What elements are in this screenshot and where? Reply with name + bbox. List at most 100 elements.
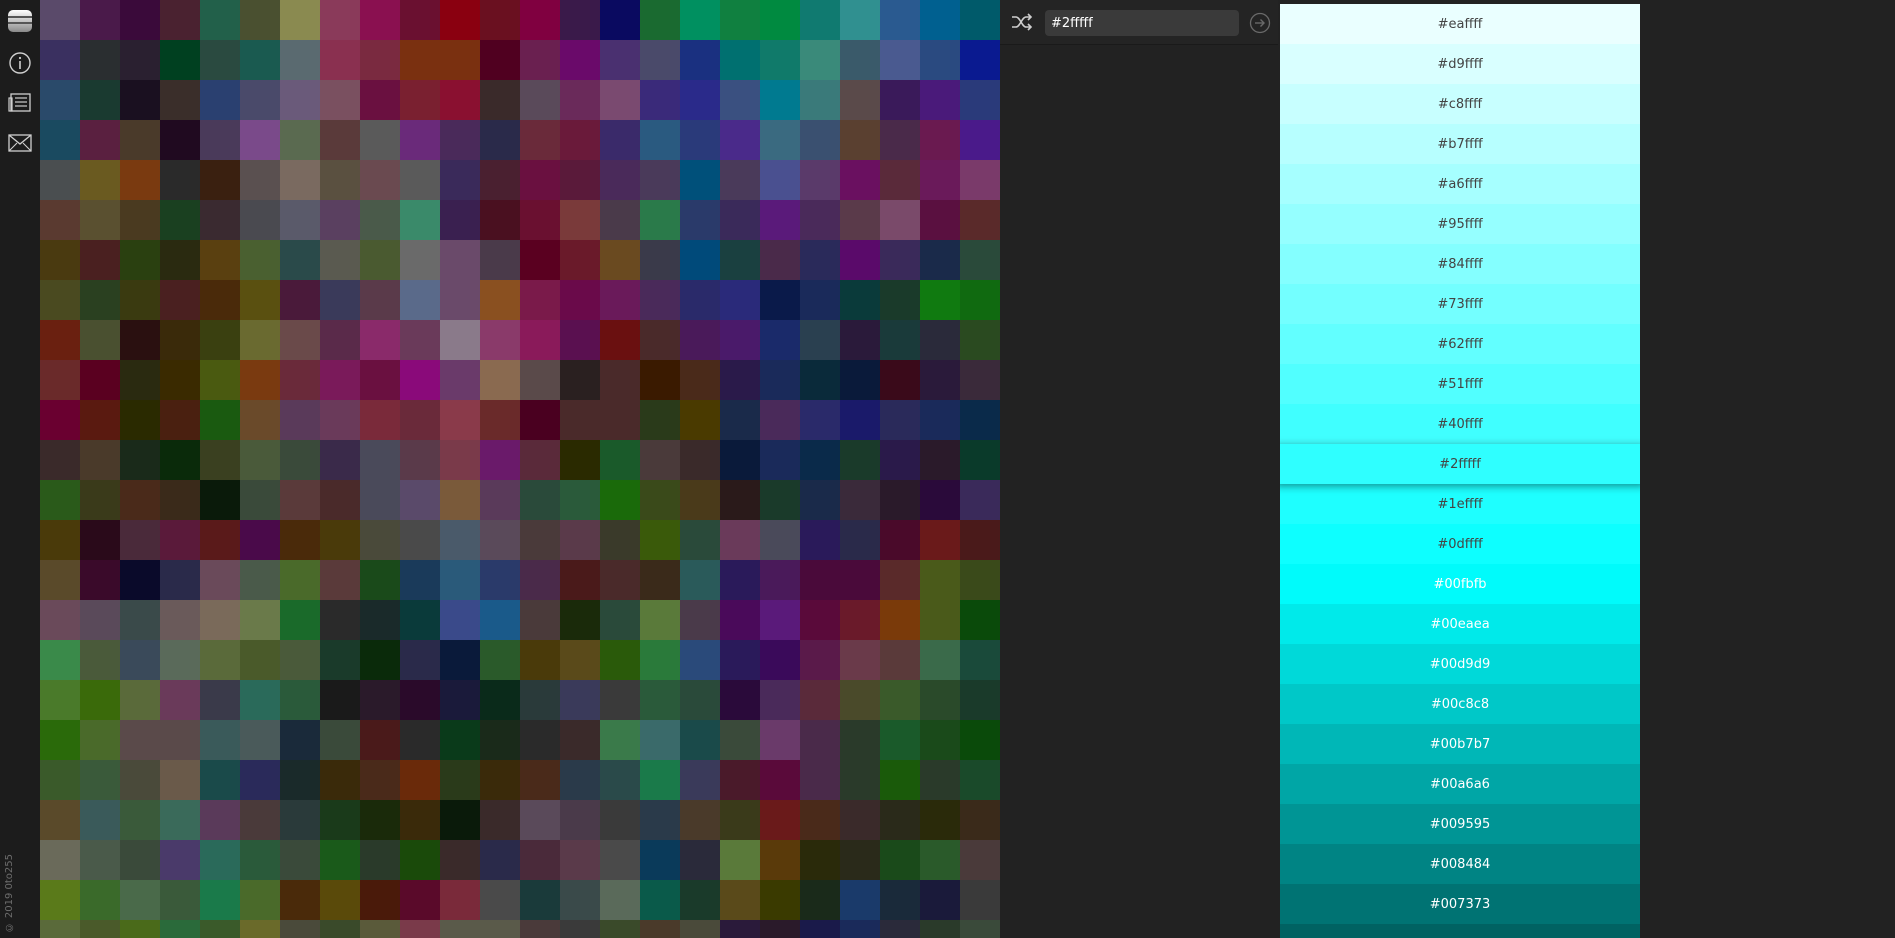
mosaic-tile[interactable]	[240, 600, 280, 640]
mosaic-tile[interactable]	[80, 520, 120, 560]
shade-swatch[interactable]: #95ffff	[1280, 204, 1640, 244]
mosaic-tile[interactable]	[960, 680, 1000, 720]
mosaic-tile[interactable]	[320, 920, 360, 938]
mosaic-tile[interactable]	[200, 120, 240, 160]
mosaic-tile[interactable]	[320, 360, 360, 400]
shade-swatch[interactable]: #c8ffff	[1280, 84, 1640, 124]
mosaic-tile[interactable]	[120, 600, 160, 640]
mosaic-tile[interactable]	[240, 800, 280, 840]
shade-swatch[interactable]: #40ffff	[1280, 404, 1640, 444]
mosaic-tile[interactable]	[240, 480, 280, 520]
mosaic-tile[interactable]	[600, 320, 640, 360]
mosaic-tile[interactable]	[640, 240, 680, 280]
mosaic-tile[interactable]	[80, 720, 120, 760]
mosaic-tile[interactable]	[440, 240, 480, 280]
mosaic-tile[interactable]	[200, 40, 240, 80]
mosaic-tile[interactable]	[120, 80, 160, 120]
mosaic-tile[interactable]	[800, 520, 840, 560]
mosaic-tile[interactable]	[640, 840, 680, 880]
mosaic-tile[interactable]	[720, 240, 760, 280]
mosaic-tile[interactable]	[840, 600, 880, 640]
mosaic-tile[interactable]	[320, 40, 360, 80]
mosaic-tile[interactable]	[720, 80, 760, 120]
mosaic-tile[interactable]	[200, 0, 240, 40]
mosaic-tile[interactable]	[120, 40, 160, 80]
mosaic-tile[interactable]	[240, 640, 280, 680]
mosaic-tile[interactable]	[160, 280, 200, 320]
mosaic-tile[interactable]	[360, 480, 400, 520]
mosaic-tile[interactable]	[280, 400, 320, 440]
mosaic-tile[interactable]	[840, 160, 880, 200]
mosaic-tile[interactable]	[200, 360, 240, 400]
mosaic-tile[interactable]	[160, 400, 200, 440]
mosaic-tile[interactable]	[120, 440, 160, 480]
mosaic-tile[interactable]	[920, 840, 960, 880]
mosaic-tile[interactable]	[960, 560, 1000, 600]
mosaic-tile[interactable]	[680, 40, 720, 80]
mosaic-tile[interactable]	[640, 680, 680, 720]
mosaic-tile[interactable]	[520, 120, 560, 160]
mosaic-tile[interactable]	[840, 840, 880, 880]
mosaic-tile[interactable]	[480, 640, 520, 680]
mosaic-tile[interactable]	[40, 440, 80, 480]
mosaic-tile[interactable]	[720, 920, 760, 938]
mosaic-tile[interactable]	[640, 720, 680, 760]
mosaic-tile[interactable]	[480, 520, 520, 560]
mosaic-tile[interactable]	[560, 0, 600, 40]
mosaic-tile[interactable]	[320, 400, 360, 440]
mosaic-tile[interactable]	[720, 680, 760, 720]
mosaic-tile[interactable]	[880, 600, 920, 640]
mosaic-tile[interactable]	[200, 560, 240, 600]
mosaic-tile[interactable]	[80, 760, 120, 800]
mosaic-tile[interactable]	[760, 160, 800, 200]
mosaic-tile[interactable]	[280, 40, 320, 80]
mosaic-tile[interactable]	[120, 840, 160, 880]
mosaic-tile[interactable]	[320, 160, 360, 200]
mosaic-tile[interactable]	[880, 320, 920, 360]
mosaic-tile[interactable]	[880, 40, 920, 80]
mosaic-tile[interactable]	[800, 600, 840, 640]
mosaic-tile[interactable]	[720, 760, 760, 800]
arrow-right-circle-icon[interactable]	[1249, 12, 1271, 34]
mosaic-tile[interactable]	[440, 840, 480, 880]
mosaic-tile[interactable]	[160, 640, 200, 680]
mosaic-tile[interactable]	[800, 840, 840, 880]
mosaic-tile[interactable]	[680, 720, 720, 760]
mosaic-tile[interactable]	[520, 480, 560, 520]
mosaic-tile[interactable]	[480, 400, 520, 440]
mosaic-tile[interactable]	[640, 80, 680, 120]
mosaic-tile[interactable]	[320, 680, 360, 720]
mosaic-tile[interactable]	[560, 800, 600, 840]
mosaic-tile[interactable]	[400, 80, 440, 120]
mosaic-tile[interactable]	[280, 280, 320, 320]
mosaic-tile[interactable]	[400, 120, 440, 160]
mosaic-tile[interactable]	[880, 760, 920, 800]
mosaic-tile[interactable]	[80, 320, 120, 360]
mosaic-tile[interactable]	[240, 320, 280, 360]
mosaic-tile[interactable]	[520, 600, 560, 640]
mosaic-tile[interactable]	[360, 560, 400, 600]
mosaic-tile[interactable]	[440, 40, 480, 80]
mosaic-tile[interactable]	[280, 120, 320, 160]
mosaic-tile[interactable]	[680, 600, 720, 640]
mosaic-tile[interactable]	[800, 640, 840, 680]
mosaic-tile[interactable]	[560, 280, 600, 320]
mosaic-tile[interactable]	[920, 720, 960, 760]
mosaic-tile[interactable]	[960, 40, 1000, 80]
mosaic-tile[interactable]	[480, 920, 520, 938]
mosaic-tile[interactable]	[200, 840, 240, 880]
mosaic-tile[interactable]	[360, 120, 400, 160]
mosaic-tile[interactable]	[200, 800, 240, 840]
shade-swatch[interactable]: #00fbfb	[1280, 564, 1640, 604]
mosaic-tile[interactable]	[400, 480, 440, 520]
mosaic-tile[interactable]	[520, 280, 560, 320]
mosaic-tile[interactable]	[200, 240, 240, 280]
mosaic-tile[interactable]	[160, 200, 200, 240]
mosaic-tile[interactable]	[120, 320, 160, 360]
mosaic-tile[interactable]	[120, 640, 160, 680]
shade-swatch[interactable]: #eaffff	[1280, 4, 1640, 44]
mosaic-tile[interactable]	[240, 240, 280, 280]
mosaic-tile[interactable]	[640, 360, 680, 400]
mosaic-tile[interactable]	[280, 240, 320, 280]
mosaic-tile[interactable]	[160, 680, 200, 720]
